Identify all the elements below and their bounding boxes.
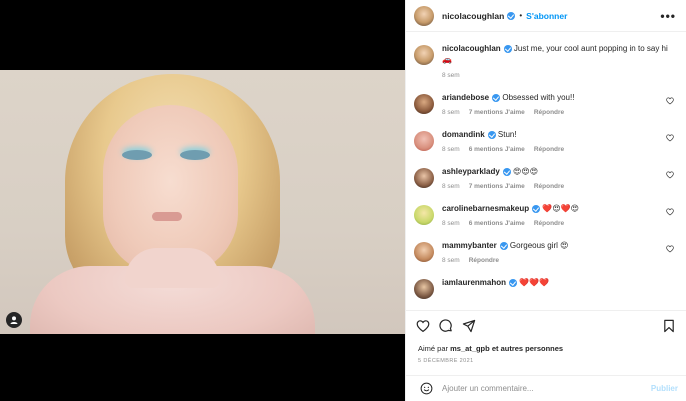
- comment-time: 8 sem: [442, 183, 460, 190]
- comment-username[interactable]: ariandebose: [442, 93, 489, 102]
- comment-row: ariandebose Obsessed with you!! 8 sem 7 m…: [414, 92, 678, 116]
- verified-badge-icon: [509, 278, 518, 287]
- caption: nicolacoughlan Just me, your cool aunt p…: [414, 43, 678, 79]
- comment-likes[interactable]: 6 mentions J'aime: [469, 220, 525, 227]
- post-date: 5 DÉCEMBRE 2021: [418, 358, 474, 364]
- liked-by-prefix: Aimé par: [418, 344, 449, 353]
- comment-row: mammybanter Gorgeous girl 😍 8 sem Répondr…: [414, 240, 678, 264]
- reply-button[interactable]: Répondre: [534, 183, 564, 190]
- reply-button[interactable]: Répondre: [534, 109, 564, 116]
- comment-row: domandink Stun! 8 sem 6 mentions J'aime Ré…: [414, 129, 678, 153]
- publish-button[interactable]: Publier: [651, 384, 678, 393]
- comment-time: 8 sem: [442, 257, 460, 264]
- caption-author[interactable]: nicolacoughlan: [442, 44, 501, 53]
- verified-badge-icon: [507, 11, 516, 20]
- comment-text: Obsessed with you!!: [502, 93, 575, 102]
- like-icon[interactable]: [416, 319, 430, 333]
- reply-button[interactable]: Répondre: [534, 220, 564, 227]
- follow-button[interactable]: S'abonner: [526, 11, 567, 21]
- verified-badge-icon: [492, 93, 501, 102]
- more-options-icon[interactable]: •••: [660, 10, 676, 22]
- comment-username[interactable]: mammybanter: [442, 241, 497, 250]
- comment-row: ashleyparklady 😍😍😍 8 sem 7 mentions J'aim…: [414, 166, 678, 190]
- heart-icon[interactable]: [666, 97, 674, 105]
- emoji-icon[interactable]: [420, 382, 433, 395]
- comment-time: 8 sem: [442, 146, 460, 153]
- save-icon[interactable]: [662, 319, 676, 333]
- verified-badge-icon: [503, 44, 512, 53]
- action-bar: [406, 310, 686, 346]
- comment-likes[interactable]: 7 mentions J'aime: [469, 109, 525, 116]
- comment-avatar[interactable]: [414, 242, 434, 262]
- liked-by: Aimé par ms_at_gpb et autres personnes: [418, 344, 563, 353]
- liked-by-user[interactable]: ms_at_gpb: [450, 344, 490, 353]
- comment-username[interactable]: domandink: [442, 130, 485, 139]
- heart-icon[interactable]: [666, 134, 674, 142]
- comments-list[interactable]: nicolacoughlan Just me, your cool aunt p…: [406, 33, 686, 308]
- caption-avatar[interactable]: [414, 45, 434, 65]
- post-photo[interactable]: [0, 70, 405, 334]
- comment-text: 😍😍😍: [513, 167, 539, 176]
- comment-text: ❤️😍❤️😍: [542, 204, 579, 213]
- photo-eye-right: [180, 150, 210, 160]
- comment-likes[interactable]: 6 mentions J'aime: [469, 146, 525, 153]
- user-tag-icon[interactable]: [6, 312, 22, 328]
- post-header: nicolacoughlan • S'abonner •••: [406, 0, 686, 32]
- post-media[interactable]: [0, 0, 405, 401]
- photo-eye-left: [122, 150, 152, 160]
- verified-badge-icon: [499, 241, 508, 250]
- add-comment-bar: Publier: [406, 375, 686, 401]
- photo-lips: [152, 212, 182, 221]
- comment-avatar[interactable]: [414, 168, 434, 188]
- comment-icon[interactable]: [439, 319, 453, 333]
- comment-input[interactable]: [442, 384, 651, 393]
- comment-avatar[interactable]: [414, 279, 434, 299]
- photo-ruffle: [125, 248, 220, 288]
- comment-text: Stun!: [497, 130, 517, 139]
- comment-time: 8 sem: [442, 220, 460, 227]
- author-username[interactable]: nicolacoughlan: [442, 11, 504, 21]
- comment-likes[interactable]: 7 mentions J'aime: [469, 183, 525, 190]
- liked-by-others[interactable]: et autres personnes: [492, 344, 563, 353]
- reply-button[interactable]: Répondre: [534, 146, 564, 153]
- comment-text: ❤️❤️❤️: [519, 278, 550, 287]
- heart-icon[interactable]: [666, 171, 674, 179]
- share-icon[interactable]: [462, 319, 476, 333]
- comment-avatar[interactable]: [414, 94, 434, 114]
- comment-row: carolinebarnesmakeup ❤️😍❤️😍 8 sem 6 menti…: [414, 203, 678, 227]
- comment-username[interactable]: iamlaurenmahon: [442, 278, 506, 287]
- comment-avatar[interactable]: [414, 131, 434, 151]
- heart-icon[interactable]: [666, 208, 674, 216]
- author-avatar[interactable]: [414, 5, 434, 26]
- verified-badge-icon: [532, 204, 541, 213]
- instagram-post: nicolacoughlan • S'abonner ••• nicolacou…: [0, 0, 686, 401]
- comment-time: 8 sem: [442, 109, 460, 116]
- comment-username[interactable]: carolinebarnesmakeup: [442, 204, 529, 213]
- post-sidebar: nicolacoughlan • S'abonner ••• nicolacou…: [405, 0, 686, 401]
- verified-badge-icon: [487, 130, 496, 139]
- comment-row: iamlaurenmahon ❤️❤️❤️: [414, 277, 678, 299]
- caption-time: 8 sem: [442, 72, 460, 79]
- comment-text: Gorgeous girl 😍: [509, 241, 569, 250]
- header-separator: •: [519, 11, 523, 20]
- comment-avatar[interactable]: [414, 205, 434, 225]
- reply-button[interactable]: Répondre: [469, 257, 499, 264]
- heart-icon[interactable]: [666, 245, 674, 253]
- comment-username[interactable]: ashleyparklady: [442, 167, 500, 176]
- verified-badge-icon: [502, 167, 511, 176]
